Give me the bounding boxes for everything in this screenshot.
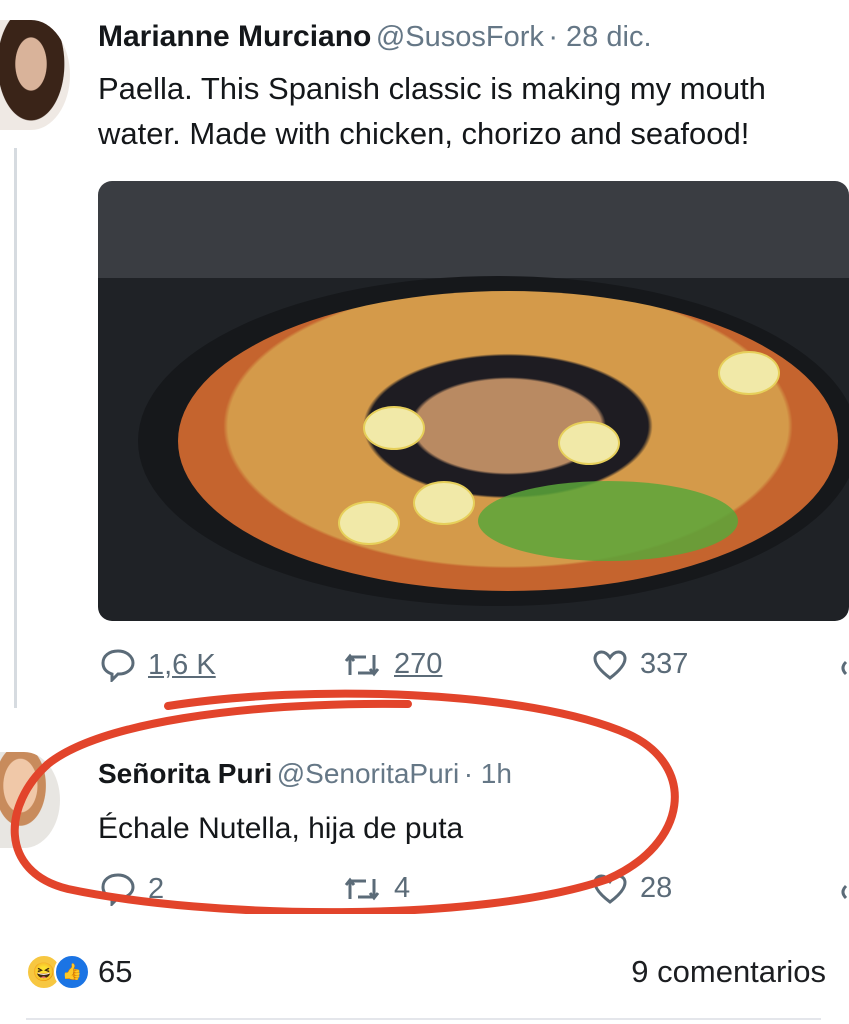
like-count: 337 [640, 648, 689, 680]
comments-link[interactable]: 9 comentarios [631, 954, 826, 990]
facebook-reactions-bar: 😆 👍 65 9 comentarios [26, 948, 826, 996]
share-icon[interactable] [836, 660, 849, 676]
retweet-action[interactable]: 270 [342, 648, 442, 681]
lemon-slice [363, 406, 425, 450]
lemon-slice [558, 421, 620, 465]
thread-line [14, 148, 17, 708]
reply-count: 1,6 K [148, 648, 216, 681]
reaction-count: 65 [98, 954, 133, 989]
tweet-photo[interactable] [98, 181, 849, 621]
lemon-slice [413, 481, 475, 525]
annotation-circle [10, 689, 679, 914]
lemon-slice [718, 351, 780, 395]
reply-icon [100, 648, 136, 682]
author-handle[interactable]: @SusosFork [376, 21, 544, 53]
reply-share-icon[interactable] [836, 884, 849, 900]
retweet-icon [342, 649, 382, 681]
lemon-slice [338, 501, 400, 545]
tweet-text: Paella. This Spanish classic is making m… [98, 71, 766, 151]
tweet-date[interactable]: · 28 dic. [548, 21, 651, 53]
retweet-count: 270 [394, 648, 443, 680]
reactions-summary[interactable]: 😆 👍 65 [26, 954, 132, 990]
author-avatar[interactable] [0, 20, 70, 130]
like-icon: 👍 [54, 954, 90, 990]
paella-peas [478, 481, 738, 561]
tweet-header: Marianne Murciano @SusosFork · 28 dic. [98, 20, 838, 54]
author-name[interactable]: Marianne Murciano [98, 20, 371, 53]
reply-action[interactable]: 1,6 K [100, 648, 216, 682]
divider [26, 1018, 821, 1020]
like-action[interactable]: 337 [592, 648, 688, 681]
heart-icon [592, 649, 628, 681]
